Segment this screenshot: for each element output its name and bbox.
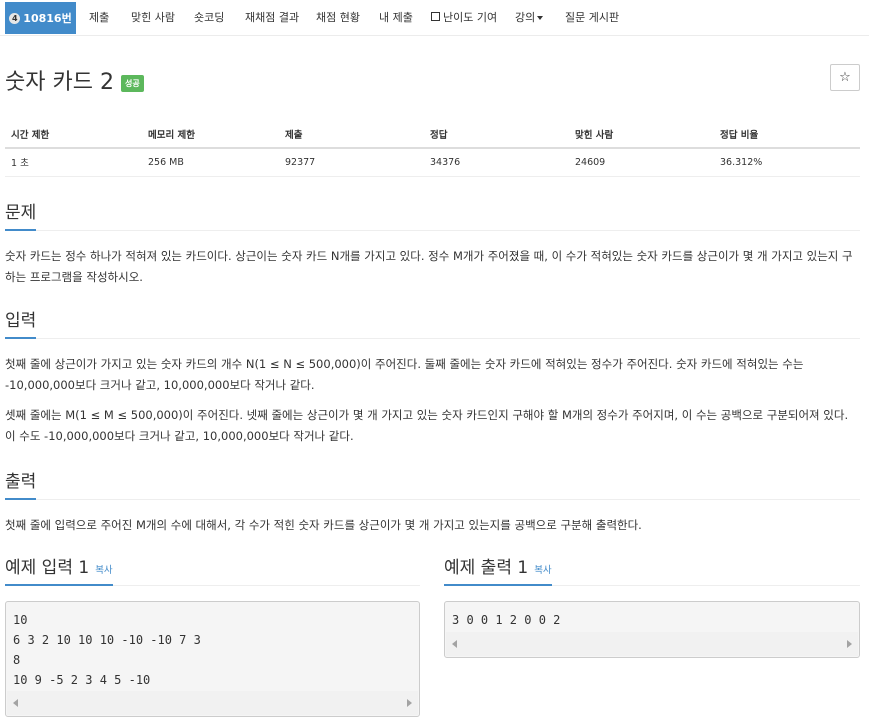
input-heading: 입력 (5, 306, 37, 339)
output-heading: 출력 (5, 467, 37, 500)
sample-output-content: 3 0 0 1 2 0 0 2 (452, 613, 561, 627)
header-memory-limit: 메모리 제한 (142, 121, 279, 149)
favorite-star-button[interactable]: ☆ (830, 64, 860, 91)
sample-output-heading: 예제 출력 1 (444, 558, 529, 578)
output-section-header: 출력 (5, 467, 860, 500)
problem-info-table: 시간 제한 메모리 제한 제출 정답 맞힌 사람 정답 비율 1 초 256 M… (5, 121, 860, 177)
value-memory-limit: 256 MB (142, 148, 279, 177)
nav-difficulty-contribution[interactable]: 난이도 기여 (431, 0, 497, 36)
horizontal-scrollbar[interactable] (446, 632, 858, 656)
sample-output-heading-wrap: 예제 출력 1 복사 (444, 553, 552, 586)
info-header-row: 시간 제한 메모리 제한 제출 정답 맞힌 사람 정답 비율 (5, 121, 860, 149)
header-accept-ratio: 정답 비율 (714, 121, 860, 149)
header-solved-users: 맞힌 사람 (569, 121, 714, 149)
value-submissions: 92377 (279, 148, 424, 177)
value-accept-ratio: 36.312% (714, 148, 860, 177)
sample-input-content: 10 6 3 2 10 10 10 -10 -10 7 3 8 10 9 -5 … (13, 613, 201, 687)
description-text: 숫자 카드는 정수 하나가 적혀져 있는 카드이다. 상근이는 숫자 카드 N개… (5, 249, 853, 284)
value-accepted: 34376 (424, 148, 569, 177)
nav-rejudge-results[interactable]: 재채점 결과 (245, 0, 299, 36)
header-time-limit: 시간 제한 (5, 121, 142, 149)
star-icon: ☆ (839, 70, 851, 85)
nav-solved-users[interactable]: 맞힌 사람 (131, 0, 175, 36)
nav-short-coding[interactable]: 숏코딩 (194, 0, 224, 36)
sample-output-header: 예제 출력 1 복사 (444, 553, 860, 586)
sample-input-box: 10 6 3 2 10 10 10 -10 -10 7 3 8 10 9 -5 … (5, 601, 420, 717)
status-badge: 성공 (120, 74, 144, 92)
nav-lectures-dropdown[interactable]: 강의 (515, 0, 544, 36)
nav-problem-id: 10816번 (23, 12, 72, 25)
nav-lectures-label: 강의 (515, 11, 536, 24)
info-value-row: 1 초 256 MB 92377 34376 24609 36.312% (5, 148, 860, 177)
value-solved-users: 24609 (569, 148, 714, 177)
tier-icon: 4 (9, 12, 21, 24)
nav-submit[interactable]: 제출 (89, 0, 109, 36)
sample-output-copy-link[interactable]: 복사 (534, 565, 551, 576)
description-heading: 문제 (5, 198, 37, 231)
problem-nav-bar: 4 10816번 제출 맞힌 사람 숏코딩 재채점 결과 채점 현황 내 제출 … (0, 0, 869, 36)
scroll-right-icon[interactable] (847, 640, 852, 648)
scroll-left-icon[interactable] (13, 699, 18, 707)
external-link-icon (431, 12, 440, 21)
input-text-2: 셋째 줄에는 M(1 ≤ M ≤ 500,000)이 주어진다. 넷째 줄에는 … (5, 408, 849, 443)
horizontal-scrollbar[interactable] (7, 691, 418, 715)
description-section-header: 문제 (5, 198, 860, 231)
nav-qna-board[interactable]: 질문 게시판 (565, 0, 619, 36)
caret-down-icon (537, 16, 544, 20)
sample-input-heading: 예제 입력 1 (5, 558, 90, 578)
value-time-limit: 1 초 (5, 148, 142, 177)
output-text: 첫째 줄에 입력으로 주어진 M개의 수에 대해서, 각 수가 적힌 숫자 카드… (5, 518, 642, 532)
sample-input-header: 예제 입력 1 복사 (5, 553, 420, 586)
header-accepted: 정답 (424, 121, 569, 149)
title-row: 숫자 카드 2 성공 (5, 64, 144, 96)
scroll-right-icon[interactable] (407, 699, 412, 707)
nav-my-submissions[interactable]: 내 제출 (379, 0, 413, 36)
input-text-1: 첫째 줄에 상근이가 가지고 있는 숫자 카드의 개수 N(1 ≤ N ≤ 50… (5, 357, 804, 392)
nav-judge-status[interactable]: 채점 현황 (316, 0, 360, 36)
scroll-left-icon[interactable] (452, 640, 457, 648)
sample-output-box: 3 0 0 1 2 0 0 2 (444, 601, 860, 658)
sample-input-copy-link[interactable]: 복사 (95, 565, 112, 576)
sample-input-heading-wrap: 예제 입력 1 복사 (5, 553, 113, 586)
input-section-header: 입력 (5, 306, 860, 339)
header-submissions: 제출 (279, 121, 424, 149)
page-title: 숫자 카드 2 (5, 70, 114, 95)
nav-problem-tab[interactable]: 4 10816번 (5, 2, 76, 34)
nav-difficulty-label: 난이도 기여 (443, 11, 498, 24)
